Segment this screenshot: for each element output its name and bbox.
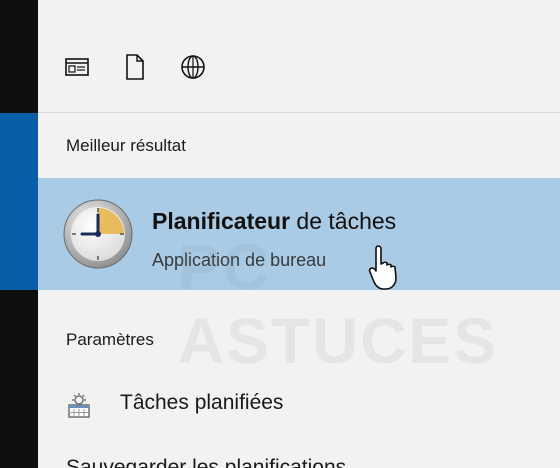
- setting-item-scheduled-tasks[interactable]: Tâches planifiées: [38, 384, 560, 428]
- search-panel: Meilleur résultat Planificateur de tâche…: [38, 0, 560, 468]
- setting-item-partial[interactable]: Sauvegarder les planifications: [66, 456, 346, 468]
- best-match-title-bold: Planificateur: [152, 208, 291, 234]
- best-match-title: Planificateur de tâches: [152, 208, 396, 235]
- settings-heading: Paramètres: [66, 330, 154, 349]
- best-match-title-rest: de tâches: [290, 208, 397, 234]
- document-icon[interactable]: [118, 50, 152, 84]
- setting-item-label: Tâches planifiées: [120, 391, 284, 414]
- best-match-heading: Meilleur résultat: [66, 136, 186, 155]
- task-scheduler-icon: [63, 199, 133, 269]
- search-results-window: Meilleur résultat Planificateur de tâche…: [0, 0, 560, 468]
- best-match-item[interactable]: Planificateur de tâches Application de b…: [38, 178, 560, 290]
- best-match-subtitle: Application de bureau: [152, 250, 327, 270]
- app-window-icon[interactable]: [60, 50, 94, 84]
- toolbar-divider: [38, 112, 560, 113]
- filter-toolbar: [38, 0, 560, 112]
- scheduled-tasks-icon: [68, 393, 90, 418]
- start-menu-strip: [0, 0, 38, 468]
- globe-icon[interactable]: [176, 50, 210, 84]
- hand-cursor-icon: [368, 245, 397, 290]
- accent-bar: [0, 113, 38, 290]
